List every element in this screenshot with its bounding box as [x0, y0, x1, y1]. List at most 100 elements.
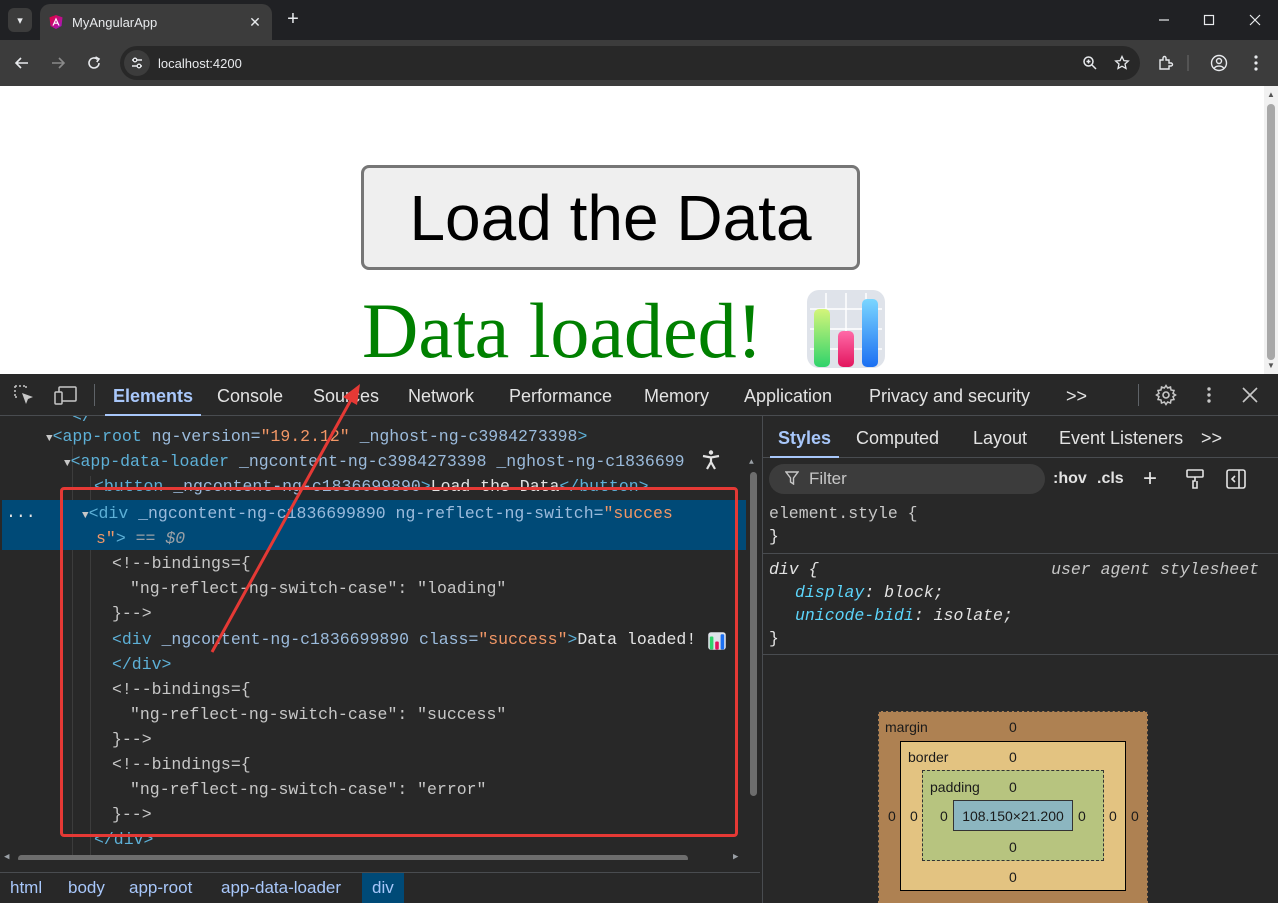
browser-toolbar: localhost:4200 — [0, 40, 1278, 86]
paint-roller-icon[interactable] — [1185, 466, 1205, 492]
styles-filter-input[interactable]: Filter — [769, 464, 1045, 494]
url-text: localhost:4200 — [158, 55, 242, 71]
tab-network[interactable]: Network — [408, 374, 474, 416]
tab-elements[interactable]: Elements — [104, 374, 202, 416]
close-devtools-icon[interactable] — [1238, 384, 1262, 406]
tab-computed[interactable]: Computed — [856, 416, 939, 458]
breadcrumb-app-data-loader[interactable]: app-data-loader — [211, 873, 351, 903]
scroll-up-icon[interactable]: ▲ — [749, 458, 754, 467]
css-property-name[interactable]: unicode-bidi — [795, 606, 914, 625]
inspect-element-icon[interactable] — [12, 384, 36, 406]
browser-menu-icon[interactable] — [1244, 51, 1268, 75]
box-model-margin-right[interactable]: 0 — [1131, 808, 1139, 824]
expand-triangle-icon[interactable]: ▼ — [64, 458, 71, 470]
tab-separator — [1138, 384, 1139, 406]
load-data-button[interactable]: Load the Data — [361, 165, 860, 270]
maximize-icon[interactable] — [1195, 8, 1223, 32]
tab-memory[interactable]: Memory — [644, 374, 709, 416]
box-model-content[interactable]: 108.150×21.200 — [953, 800, 1073, 831]
tab-sources[interactable]: Sources — [313, 374, 379, 416]
box-model-margin-left[interactable]: 0 — [888, 808, 896, 824]
box-model-padding-bottom[interactable]: 0 — [1009, 839, 1017, 855]
elements-vertical-scrollbar[interactable]: ▲ — [748, 458, 758, 856]
rule-selector[interactable]: element.style { — [769, 504, 918, 523]
accessibility-icon[interactable] — [698, 447, 724, 473]
site-info-icon[interactable] — [124, 50, 150, 76]
browser-tab[interactable]: MyAngularApp ✕ — [40, 4, 272, 40]
tab-search-button[interactable]: ▾ — [8, 8, 32, 32]
elements-horizontal-scrollbar[interactable]: ◀ ▶ — [0, 852, 746, 860]
annotation-highlight-box — [60, 487, 738, 837]
tag-bracket: > — [577, 427, 588, 446]
chevron-down-icon: ▾ — [17, 14, 23, 27]
box-model-border-left[interactable]: 0 — [910, 808, 918, 824]
address-bar[interactable]: localhost:4200 — [120, 46, 1140, 80]
attr-name: _ngcontent-ng-c3984273398 _nghost-ng-c18… — [229, 452, 685, 471]
settings-gear-icon[interactable] — [1154, 384, 1178, 406]
scroll-right-icon[interactable]: ▶ — [733, 852, 738, 860]
tab-layout[interactable]: Layout — [973, 416, 1027, 458]
bookmark-star-icon[interactable] — [1108, 49, 1136, 77]
page-scroll-thumb[interactable] — [1267, 104, 1275, 360]
toggle-sidebar-icon[interactable] — [1225, 466, 1247, 492]
expand-triangle-icon[interactable]: ▼ — [46, 433, 53, 445]
tab-strip: ▾ MyAngularApp ✕ + — [0, 0, 1278, 40]
rule-origin: user agent stylesheet — [1051, 560, 1259, 579]
close-window-icon[interactable] — [1241, 8, 1269, 32]
tab-event-listeners[interactable]: Event Listeners — [1059, 416, 1183, 458]
elements-scroll-thumb[interactable] — [750, 472, 757, 796]
profile-icon[interactable] — [1207, 51, 1231, 75]
node-actions-icon[interactable]: ... — [6, 500, 36, 525]
tab-close-icon[interactable]: ✕ — [246, 14, 264, 31]
extensions-icon[interactable] — [1154, 51, 1178, 75]
css-property-value[interactable]: block; — [884, 583, 943, 602]
box-model-padding-left[interactable]: 0 — [940, 808, 948, 824]
breadcrumb-div[interactable]: div — [362, 873, 404, 903]
css-property-value[interactable]: isolate; — [934, 606, 1013, 625]
tab-console[interactable]: Console — [217, 374, 283, 416]
tag-name: <app-root — [52, 427, 142, 446]
box-model-margin-label: margin — [885, 719, 928, 735]
class-toggle[interactable]: .cls — [1097, 466, 1124, 492]
scroll-up-icon[interactable]: ▲ — [1267, 90, 1275, 99]
new-style-rule-icon[interactable]: + — [1143, 466, 1157, 492]
tree-node-app-data-loader[interactable]: ▼<app-data-loader _ngcontent-ng-c3984273… — [64, 449, 685, 474]
box-model-padding-top[interactable]: 0 — [1009, 779, 1017, 795]
new-tab-button[interactable]: + — [282, 8, 304, 30]
scroll-down-icon[interactable]: ▼ — [1267, 361, 1275, 370]
box-model-border-top[interactable]: 0 — [1009, 749, 1017, 765]
device-toolbar-icon[interactable] — [54, 384, 78, 406]
reload-icon[interactable] — [82, 51, 106, 75]
box-model-border-bottom[interactable]: 0 — [1009, 869, 1017, 885]
box-model-padding-right[interactable]: 0 — [1078, 808, 1086, 824]
box-model-margin-top[interactable]: 0 — [1009, 719, 1017, 735]
box-model-border-right[interactable]: 0 — [1109, 808, 1117, 824]
rule-element-style: element.style { } — [763, 499, 1278, 554]
minimize-icon[interactable] — [1150, 8, 1178, 32]
breadcrumb-body[interactable]: body — [58, 873, 115, 903]
hover-state-toggle[interactable]: :hov — [1053, 466, 1087, 492]
page-scrollbar[interactable]: ▲ ▼ — [1264, 86, 1278, 374]
more-panes-chevron-icon[interactable]: >> — [1201, 416, 1222, 458]
scroll-left-icon[interactable]: ◀ — [4, 852, 9, 860]
forward-arrow-icon[interactable] — [46, 51, 70, 75]
breadcrumb-html[interactable]: html — [0, 873, 52, 903]
zoom-icon[interactable] — [1076, 49, 1104, 77]
devtools-menu-icon[interactable] — [1197, 384, 1221, 406]
tab-privacy-security[interactable]: Privacy and security — [869, 374, 1030, 416]
rule-selector[interactable]: div { — [769, 560, 819, 579]
tab-performance[interactable]: Performance — [509, 374, 612, 416]
tab-application[interactable]: Application — [744, 374, 832, 416]
box-model-border-label: border — [908, 749, 949, 765]
tree-node-app-root[interactable]: ▼<app-root ng-version="19.2.12" _nghost-… — [46, 424, 587, 449]
back-arrow-icon[interactable] — [10, 51, 34, 75]
attr-value: "19.2.12" — [260, 427, 350, 446]
filter-funnel-icon — [784, 470, 800, 488]
more-tabs-chevron-icon[interactable]: >> — [1066, 374, 1087, 416]
elements-hscroll-thumb[interactable] — [18, 855, 688, 860]
breadcrumb-app-root[interactable]: app-root — [119, 873, 202, 903]
css-property-name[interactable]: display — [795, 583, 864, 602]
toolbar-divider — [1186, 51, 1190, 75]
rule-close-brace: } — [769, 527, 779, 546]
tab-styles[interactable]: Styles — [769, 416, 840, 458]
